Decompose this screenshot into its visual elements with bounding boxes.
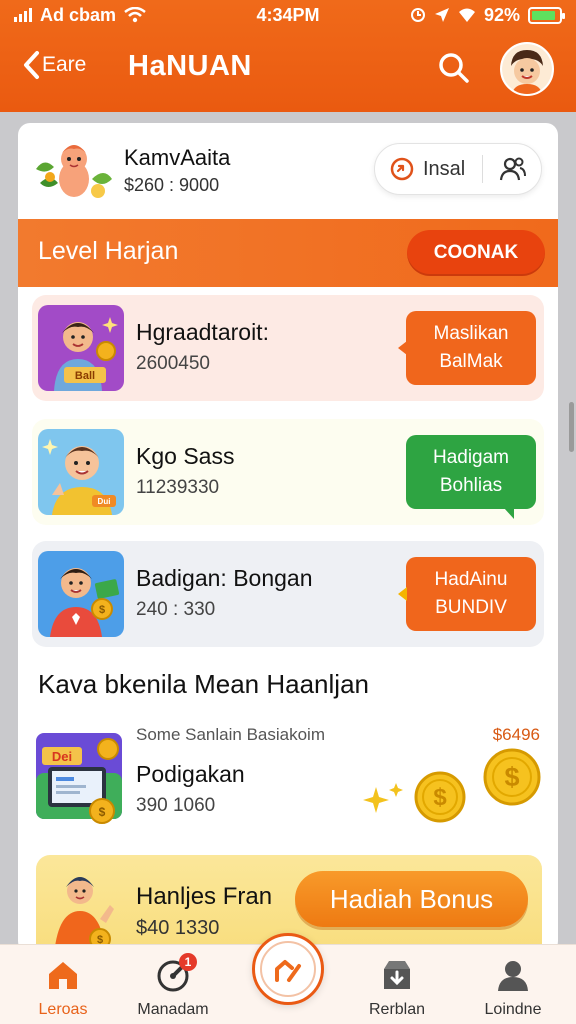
battery-percent: 92% <box>483 4 520 25</box>
svg-text:$: $ <box>433 784 447 811</box>
bonus-thumbnail: $ <box>54 877 114 953</box>
svg-text:$: $ <box>504 762 519 792</box>
user-icon <box>498 961 528 991</box>
task-title: Hgraadtaroit: <box>136 319 269 345</box>
task-points: 2600450 <box>136 353 210 374</box>
task-title: Kgo Sass <box>136 443 235 469</box>
avatar-face-icon <box>502 44 552 94</box>
task-title: Badigan: Bongan <box>136 565 313 591</box>
status-bar: Ad cbam 4:34PM 92% <box>0 0 576 30</box>
promo-item[interactable]: Dei $ Some Sanlain Basiakoim $6496 Podig… <box>18 713 558 841</box>
thumb-label: Dei <box>52 749 72 764</box>
profile-header: KamvAaita $260 : 9000 Insal <box>18 123 558 219</box>
target-icon <box>390 157 414 181</box>
bonus-amount: $40 1330 <box>136 917 220 939</box>
center-home-button[interactable] <box>252 933 324 1005</box>
profile-balance: $260 : 9000 <box>124 175 220 195</box>
nav-item-rewards[interactable]: Rerblan <box>342 953 452 1019</box>
app-header: Ad cbam 4:34PM 92% Eare HaNUAN <box>0 0 576 112</box>
home-icon <box>49 962 77 989</box>
nav-item-profile[interactable]: Loindne <box>458 953 568 1019</box>
thumb-label: Ball <box>75 370 95 382</box>
task-thumbnail: Ball <box>38 305 124 391</box>
back-button[interactable]: Eare <box>22 50 86 80</box>
level-title: Level Harjan <box>38 237 179 265</box>
back-label: Eare <box>42 53 87 76</box>
search-button[interactable] <box>434 48 474 88</box>
task-button-line1: Hadigam <box>432 447 510 468</box>
task-button-line1: HadAinu <box>434 569 508 590</box>
task-button-line2: BalMak <box>439 351 503 372</box>
signal-icon <box>14 8 32 22</box>
task-points: 11239330 <box>136 477 220 498</box>
section-heading: Kava bkenila Mean Haanljan <box>38 669 369 699</box>
task-thumbnail: Dui <box>38 429 124 515</box>
install-pill: Insal <box>374 143 542 195</box>
promo-caption: Some Sanlain Basiakoim <box>136 725 325 744</box>
task-button-line2: BUNDIV <box>435 597 507 618</box>
location-icon <box>434 8 449 22</box>
task-card: Dui Kgo Sass 11239330 Hadigam Bohlias <box>32 419 544 525</box>
level-bar: Level Harjan COONAK <box>18 219 558 287</box>
notification-badge: 1 <box>179 953 197 971</box>
promo-points: 390 1060 <box>136 795 216 816</box>
scrollbar[interactable] <box>569 402 574 452</box>
claim-bonus-button[interactable]: Hadiah Bonus <box>295 871 528 927</box>
svg-text:$: $ <box>99 805 106 819</box>
promo-title: Podigakan <box>136 761 245 787</box>
nav-item-tasks[interactable]: 1 Manadam <box>118 953 228 1019</box>
bottom-nav: Leroas 1 Manadam Rerblan Loindne <box>0 933 576 1024</box>
nav-label: Leroas <box>38 1001 88 1018</box>
search-icon <box>439 53 469 83</box>
status-time: 4:34PM <box>256 4 320 25</box>
friends-button[interactable] <box>483 144 541 194</box>
promo-price: $6496 <box>492 725 540 744</box>
task-button-line2: Bohlias <box>439 475 503 496</box>
download-box-icon <box>384 961 410 989</box>
nav-label: Loindne <box>484 1001 542 1018</box>
level-button[interactable]: COONAK <box>407 230 545 276</box>
mascot-illustration <box>36 145 112 198</box>
carrier-name: Ad cbam <box>40 4 117 25</box>
coins-illustration: $ $ <box>363 748 541 823</box>
install-label: Insal <box>423 157 466 180</box>
task-points: 240 : 330 <box>136 599 216 620</box>
task-action-button[interactable]: Hadigam Bohlias <box>406 435 536 519</box>
task-action-button[interactable]: Maslikan BalMak <box>398 311 536 385</box>
thumb-label: Dui <box>98 497 111 506</box>
promo-thumbnail: Dei $ <box>36 733 122 824</box>
bonus-title: Hanljes Fran <box>136 883 273 910</box>
profile-avatar[interactable] <box>500 42 554 96</box>
task-card: $ Badigan: Bongan 240 : 330 HadAinu BUND… <box>32 541 544 647</box>
profile-name: KamvAaita <box>124 145 231 170</box>
install-button[interactable]: Insal <box>375 144 482 194</box>
nav-item-home[interactable]: Leroas <box>8 953 118 1019</box>
battery-icon <box>528 6 565 24</box>
nav-bar: Eare HaNUAN <box>0 40 576 100</box>
task-card: Ball Hgraadtaroit: 2600450 Maslikan BalM… <box>32 295 544 401</box>
task-button-line1: Maslikan <box>433 323 509 344</box>
nav-label: Manadam <box>137 1001 209 1018</box>
center-home-icon <box>275 960 301 982</box>
task-thumbnail: $ <box>38 551 124 637</box>
chevron-left-icon <box>24 51 39 79</box>
wifi-small-icon <box>458 8 475 22</box>
wifi-icon <box>124 7 146 23</box>
task-action-button[interactable]: HadAinu BUNDIV <box>398 557 536 631</box>
svg-text:$: $ <box>99 604 105 616</box>
nav-label: Rerblan <box>368 1001 426 1018</box>
page-title: HaNUAN <box>128 50 252 82</box>
main-panel: KamvAaita $260 : 9000 Insal Level Harjan… <box>18 123 558 953</box>
people-icon <box>500 157 527 181</box>
alarm-icon <box>410 8 425 22</box>
